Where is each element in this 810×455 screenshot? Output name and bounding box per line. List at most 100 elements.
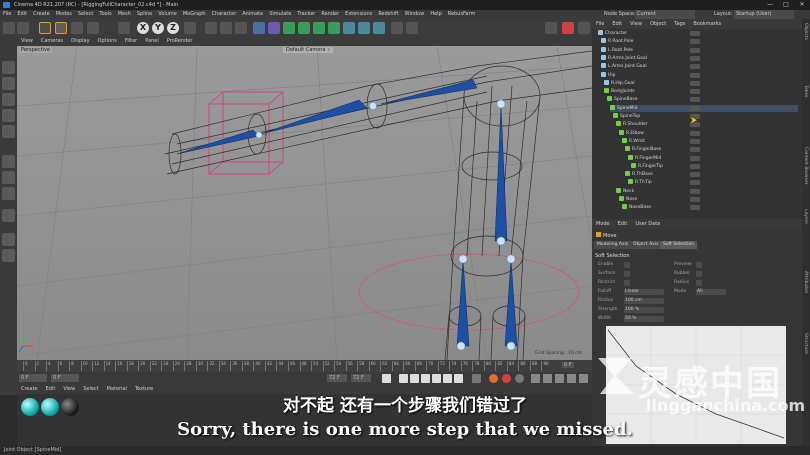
autokey-icon[interactable]	[502, 374, 511, 383]
close-button[interactable]: ✕	[794, 0, 810, 10]
visibility-toggle-icon[interactable]	[690, 180, 700, 186]
object-tree-row[interactable]: L.Root.Pole	[601, 46, 798, 54]
object-menu-file[interactable]: File	[592, 19, 608, 29]
side-tab-takes[interactable]: Takes	[803, 85, 808, 97]
keyframe-selection-icon[interactable]	[515, 374, 524, 383]
object-tree-row[interactable]: SpineBase	[607, 96, 798, 103]
visibility-toggle-icon[interactable]	[690, 163, 700, 169]
light-icon[interactable]	[373, 22, 385, 34]
side-tab-structure[interactable]: Structure	[803, 333, 808, 354]
tab-soft-selection[interactable]: Soft Selection	[660, 241, 698, 249]
rebusfarm-icon[interactable]	[545, 22, 557, 34]
viewport-menu-panel[interactable]: Panel	[141, 37, 163, 46]
next-frame-icon[interactable]	[432, 374, 441, 383]
cloner-icon[interactable]	[313, 22, 325, 34]
object-tree-row[interactable]: Hip	[601, 71, 798, 79]
lock-icon[interactable]	[2, 249, 15, 262]
loop-icon[interactable]	[472, 374, 481, 383]
y-axis-button[interactable]: Y	[152, 22, 164, 34]
prev-key-icon[interactable]	[399, 374, 408, 383]
side-tab-objects[interactable]: Objects	[803, 23, 808, 40]
menu-mesh[interactable]: Mesh	[115, 10, 134, 19]
cube-icon[interactable]	[253, 22, 265, 34]
visibility-toggle-icon[interactable]	[690, 80, 700, 86]
object-menu-edit[interactable]: Edit	[608, 19, 626, 29]
object-tree-row[interactable]: Neck	[616, 187, 798, 195]
undo-icon[interactable]	[3, 22, 15, 34]
attribute-menu-user-data[interactable]: User Data	[631, 219, 664, 229]
menu-volume[interactable]: Volume	[155, 10, 180, 19]
redo-icon[interactable]	[17, 22, 29, 34]
side-tab-attributes[interactable]: Attributes	[803, 271, 808, 293]
tab-object-axis[interactable]: Object Axis	[630, 241, 662, 249]
attribute-menu-edit[interactable]: Edit	[614, 219, 632, 229]
visibility-toggle-icon[interactable]	[690, 64, 700, 70]
visibility-toggle-icon[interactable]	[690, 138, 700, 144]
3d-viewport[interactable]: Perspective Default Camera ∘ Grid Spacin…	[17, 46, 592, 360]
end-frame-field[interactable]: 72 F	[351, 374, 371, 382]
scale-icon[interactable]	[71, 22, 83, 34]
object-tree-row[interactable]: Nose	[619, 196, 798, 203]
max-frame-field[interactable]: 72 F	[327, 374, 347, 382]
pla-key-icon[interactable]	[579, 374, 588, 383]
visibility-toggle-icon[interactable]	[690, 55, 700, 61]
menu-window[interactable]: Window	[402, 10, 428, 19]
next-key-icon[interactable]	[443, 374, 452, 383]
layer-icon[interactable]	[2, 233, 15, 246]
lightbulb-icon[interactable]	[406, 22, 418, 34]
points-mode-icon[interactable]	[2, 109, 15, 122]
object-tree-row[interactable]: R.Hip.Goal	[604, 79, 798, 87]
rotation-key-icon[interactable]	[555, 374, 564, 383]
camera-icon[interactable]	[358, 22, 370, 34]
make-editable-icon[interactable]	[2, 61, 15, 74]
object-tree-row[interactable]: R.FingerTip	[631, 162, 798, 170]
menu-character[interactable]: Character	[209, 10, 240, 19]
attribute-field-input[interactable]: 50 %	[624, 316, 664, 322]
menu-mograph[interactable]: MoGraph	[180, 10, 209, 19]
parameter-key-icon[interactable]	[567, 374, 576, 383]
viewport-menu-filter[interactable]: Filter	[121, 37, 141, 46]
snapping-icon[interactable]	[2, 171, 15, 184]
object-tree-row[interactable]: R.ThBase	[625, 171, 798, 178]
object-tree-row[interactable]: NoseBase	[622, 204, 798, 211]
menu-tracker[interactable]: Tracker	[294, 10, 318, 19]
side-tab-layers[interactable]: Layers	[803, 209, 808, 224]
visibility-toggle-icon[interactable]	[690, 155, 700, 161]
current-frame-field[interactable]: 0 F	[19, 374, 47, 382]
object-tree-row[interactable]: R.Wrist	[622, 137, 798, 145]
record-icon[interactable]	[489, 374, 498, 383]
bend-deformer-icon[interactable]	[328, 22, 340, 34]
object-tree-row[interactable]: BodyJoints	[604, 88, 798, 95]
object-menu-tags[interactable]: Tags	[670, 19, 689, 29]
menu-select[interactable]: Select	[75, 10, 96, 19]
object-tree-row[interactable]: R.ThTip	[628, 179, 798, 186]
visibility-toggle-icon[interactable]	[690, 105, 700, 111]
object-menu-bookmarks[interactable]: Bookmarks	[689, 19, 725, 29]
object-menu-view[interactable]: View	[626, 19, 646, 29]
menu-tools[interactable]: Tools	[96, 10, 114, 19]
array-icon[interactable]	[298, 22, 310, 34]
render-picture-viewer-icon[interactable]	[220, 22, 232, 34]
heart-icon[interactable]	[562, 22, 574, 34]
python-icon[interactable]	[391, 22, 403, 34]
visibility-toggle-icon[interactable]	[690, 39, 700, 45]
visibility-toggle-icon[interactable]	[690, 188, 700, 194]
menu-redshift[interactable]: Redshift	[375, 10, 401, 19]
coordinate-system-icon[interactable]	[184, 22, 196, 34]
live-selection-icon[interactable]	[39, 22, 51, 34]
menu-modes[interactable]: Modes	[53, 10, 75, 19]
visibility-toggle-icon[interactable]	[690, 47, 700, 53]
attribute-field-input[interactable]	[624, 271, 630, 277]
menu-help[interactable]: Help	[427, 10, 444, 19]
object-tree-row[interactable]: R.FingerMid	[628, 154, 798, 162]
viewport-menu-prorender[interactable]: ProRender	[163, 37, 197, 46]
object-tree-row[interactable]: R.Arms.Joint.Goal	[601, 54, 798, 62]
z-axis-button[interactable]: Z	[167, 22, 179, 34]
attribute-field-input[interactable]	[696, 271, 702, 277]
menu-edit[interactable]: Edit	[14, 10, 30, 19]
visibility-toggle-icon[interactable]	[690, 97, 700, 103]
settings-icon[interactable]	[578, 22, 590, 34]
object-tree-row[interactable]: SpineTop	[613, 113, 798, 120]
object-tree-row[interactable]: SpineMid	[610, 104, 798, 112]
object-tree-row[interactable]: Character	[598, 30, 798, 37]
